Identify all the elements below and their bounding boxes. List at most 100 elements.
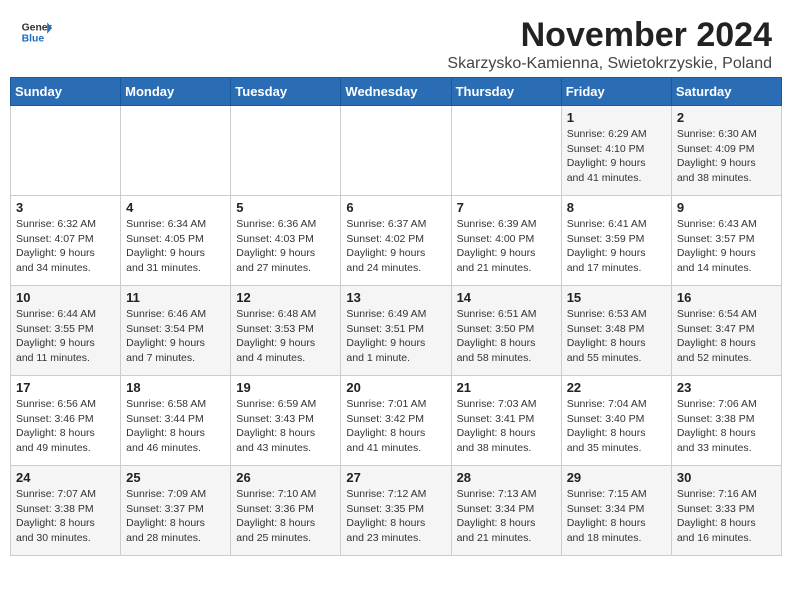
day-number: 1 xyxy=(567,110,666,125)
calendar-table: SundayMondayTuesdayWednesdayThursdayFrid… xyxy=(10,77,782,556)
calendar-cell: 20 Sunrise: 7:01 AM Sunset: 3:42 PM Dayli… xyxy=(341,376,451,466)
day-number: 7 xyxy=(457,200,556,215)
generalblue-logo-icon: General Blue xyxy=(20,16,52,48)
day-info: Sunrise: 6:53 AM Sunset: 3:48 PM Dayligh… xyxy=(567,307,666,366)
calendar-cell: 15 Sunrise: 6:53 AM Sunset: 3:48 PM Dayli… xyxy=(561,286,671,376)
day-number: 8 xyxy=(567,200,666,215)
day-info: Sunrise: 7:13 AM Sunset: 3:34 PM Dayligh… xyxy=(457,487,556,546)
calendar-cell: 17 Sunrise: 6:56 AM Sunset: 3:46 PM Dayli… xyxy=(11,376,121,466)
calendar-cell: 6Sunrise: 6:37 AM Sunset: 4:02 PM Daylig… xyxy=(341,196,451,286)
day-info: Sunrise: 7:07 AM Sunset: 3:38 PM Dayligh… xyxy=(16,487,115,546)
day-info: Sunrise: 6:59 AM Sunset: 3:43 PM Dayligh… xyxy=(236,397,335,456)
calendar-cell xyxy=(121,106,231,196)
calendar-header: SundayMondayTuesdayWednesdayThursdayFrid… xyxy=(11,78,782,106)
logo: General Blue xyxy=(20,16,52,48)
day-number: 29 xyxy=(567,470,666,485)
svg-text:Blue: Blue xyxy=(22,34,45,45)
calendar-cell: 23Sunrise: 7:06 AM Sunset: 3:38 PM Dayli… xyxy=(671,376,781,466)
day-info: Sunrise: 6:56 AM Sunset: 3:46 PM Dayligh… xyxy=(16,397,115,456)
title-block: November 2024 Skarzysko-Kamienna, Swieto… xyxy=(447,16,772,73)
day-number: 2 xyxy=(677,110,776,125)
calendar-cell: 4 Sunrise: 6:34 AM Sunset: 4:05 PM Daylig… xyxy=(121,196,231,286)
day-number: 21 xyxy=(457,380,556,395)
calendar-header-cell-saturday: Saturday xyxy=(671,78,781,106)
calendar-week-row: 3Sunrise: 6:32 AM Sunset: 4:07 PM Daylig… xyxy=(11,196,782,286)
calendar-cell: 29 Sunrise: 7:15 AM Sunset: 3:34 PM Dayli… xyxy=(561,466,671,556)
calendar-cell: 12Sunrise: 6:48 AM Sunset: 3:53 PM Dayli… xyxy=(231,286,341,376)
calendar-cell: 7Sunrise: 6:39 AM Sunset: 4:00 PM Daylig… xyxy=(451,196,561,286)
day-info: Sunrise: 6:46 AM Sunset: 3:54 PM Dayligh… xyxy=(126,307,225,366)
day-info: Sunrise: 7:03 AM Sunset: 3:41 PM Dayligh… xyxy=(457,397,556,456)
page-subtitle: Skarzysko-Kamienna, Swietokrzyskie, Pola… xyxy=(447,55,772,73)
day-number: 3 xyxy=(16,200,115,215)
day-number: 4 xyxy=(126,200,225,215)
page-header: General Blue November 2024 Skarzysko-Kam… xyxy=(0,0,792,77)
day-info: Sunrise: 7:09 AM Sunset: 3:37 PM Dayligh… xyxy=(126,487,225,546)
calendar-header-cell-sunday: Sunday xyxy=(11,78,121,106)
calendar-cell: 27Sunrise: 7:12 AM Sunset: 3:35 PM Dayli… xyxy=(341,466,451,556)
day-info: Sunrise: 6:36 AM Sunset: 4:03 PM Dayligh… xyxy=(236,217,335,276)
calendar-cell: 16 Sunrise: 6:54 AM Sunset: 3:47 PM Dayli… xyxy=(671,286,781,376)
day-number: 15 xyxy=(567,290,666,305)
calendar-cell: 30 Sunrise: 7:16 AM Sunset: 3:33 PM Dayli… xyxy=(671,466,781,556)
calendar-cell xyxy=(451,106,561,196)
day-number: 13 xyxy=(346,290,445,305)
calendar-cell: 21 Sunrise: 7:03 AM Sunset: 3:41 PM Dayli… xyxy=(451,376,561,466)
calendar-cell: 11 Sunrise: 6:46 AM Sunset: 3:54 PM Dayli… xyxy=(121,286,231,376)
calendar-cell: 24Sunrise: 7:07 AM Sunset: 3:38 PM Dayli… xyxy=(11,466,121,556)
day-info: Sunrise: 6:37 AM Sunset: 4:02 PM Dayligh… xyxy=(346,217,445,276)
day-info: Sunrise: 6:30 AM Sunset: 4:09 PM Dayligh… xyxy=(677,127,776,186)
day-number: 17 xyxy=(16,380,115,395)
day-number: 10 xyxy=(16,290,115,305)
calendar-cell: 25 Sunrise: 7:09 AM Sunset: 3:37 PM Dayli… xyxy=(121,466,231,556)
day-number: 9 xyxy=(677,200,776,215)
day-info: Sunrise: 7:06 AM Sunset: 3:38 PM Dayligh… xyxy=(677,397,776,456)
day-info: Sunrise: 7:01 AM Sunset: 3:42 PM Dayligh… xyxy=(346,397,445,456)
day-info: Sunrise: 7:15 AM Sunset: 3:34 PM Dayligh… xyxy=(567,487,666,546)
calendar-cell xyxy=(231,106,341,196)
calendar-cell: 10 Sunrise: 6:44 AM Sunset: 3:55 PM Dayli… xyxy=(11,286,121,376)
day-info: Sunrise: 7:10 AM Sunset: 3:36 PM Dayligh… xyxy=(236,487,335,546)
day-info: Sunrise: 6:58 AM Sunset: 3:44 PM Dayligh… xyxy=(126,397,225,456)
day-number: 25 xyxy=(126,470,225,485)
day-number: 26 xyxy=(236,470,335,485)
day-info: Sunrise: 6:49 AM Sunset: 3:51 PM Dayligh… xyxy=(346,307,445,366)
calendar-cell: 22Sunrise: 7:04 AM Sunset: 3:40 PM Dayli… xyxy=(561,376,671,466)
day-info: Sunrise: 6:29 AM Sunset: 4:10 PM Dayligh… xyxy=(567,127,666,186)
calendar-cell: 2 Sunrise: 6:30 AM Sunset: 4:09 PM Daylig… xyxy=(671,106,781,196)
calendar-header-cell-tuesday: Tuesday xyxy=(231,78,341,106)
calendar-cell xyxy=(341,106,451,196)
day-number: 30 xyxy=(677,470,776,485)
day-info: Sunrise: 6:44 AM Sunset: 3:55 PM Dayligh… xyxy=(16,307,115,366)
day-info: Sunrise: 6:54 AM Sunset: 3:47 PM Dayligh… xyxy=(677,307,776,366)
day-number: 11 xyxy=(126,290,225,305)
day-info: Sunrise: 6:51 AM Sunset: 3:50 PM Dayligh… xyxy=(457,307,556,366)
calendar-header-cell-friday: Friday xyxy=(561,78,671,106)
day-number: 14 xyxy=(457,290,556,305)
calendar-cell: 26 Sunrise: 7:10 AM Sunset: 3:36 PM Dayli… xyxy=(231,466,341,556)
calendar-cell: 19Sunrise: 6:59 AM Sunset: 3:43 PM Dayli… xyxy=(231,376,341,466)
calendar-header-cell-thursday: Thursday xyxy=(451,78,561,106)
calendar-cell: 13 Sunrise: 6:49 AM Sunset: 3:51 PM Dayli… xyxy=(341,286,451,376)
calendar-header-row: SundayMondayTuesdayWednesdayThursdayFrid… xyxy=(11,78,782,106)
calendar-header-cell-wednesday: Wednesday xyxy=(341,78,451,106)
calendar-cell: 9Sunrise: 6:43 AM Sunset: 3:57 PM Daylig… xyxy=(671,196,781,286)
calendar-week-row: 1 Sunrise: 6:29 AM Sunset: 4:10 PM Daylig… xyxy=(11,106,782,196)
calendar-week-row: 24Sunrise: 7:07 AM Sunset: 3:38 PM Dayli… xyxy=(11,466,782,556)
day-number: 16 xyxy=(677,290,776,305)
calendar-cell: 28 Sunrise: 7:13 AM Sunset: 3:34 PM Dayli… xyxy=(451,466,561,556)
day-number: 27 xyxy=(346,470,445,485)
calendar-week-row: 17 Sunrise: 6:56 AM Sunset: 3:46 PM Dayli… xyxy=(11,376,782,466)
day-info: Sunrise: 7:16 AM Sunset: 3:33 PM Dayligh… xyxy=(677,487,776,546)
day-info: Sunrise: 6:34 AM Sunset: 4:05 PM Dayligh… xyxy=(126,217,225,276)
page-title: November 2024 xyxy=(447,16,772,55)
calendar-cell xyxy=(11,106,121,196)
day-number: 5 xyxy=(236,200,335,215)
day-info: Sunrise: 7:04 AM Sunset: 3:40 PM Dayligh… xyxy=(567,397,666,456)
day-number: 28 xyxy=(457,470,556,485)
day-number: 20 xyxy=(346,380,445,395)
calendar-cell: 1 Sunrise: 6:29 AM Sunset: 4:10 PM Daylig… xyxy=(561,106,671,196)
calendar-cell: 14 Sunrise: 6:51 AM Sunset: 3:50 PM Dayli… xyxy=(451,286,561,376)
day-info: Sunrise: 6:48 AM Sunset: 3:53 PM Dayligh… xyxy=(236,307,335,366)
calendar-cell: 18Sunrise: 6:58 AM Sunset: 3:44 PM Dayli… xyxy=(121,376,231,466)
